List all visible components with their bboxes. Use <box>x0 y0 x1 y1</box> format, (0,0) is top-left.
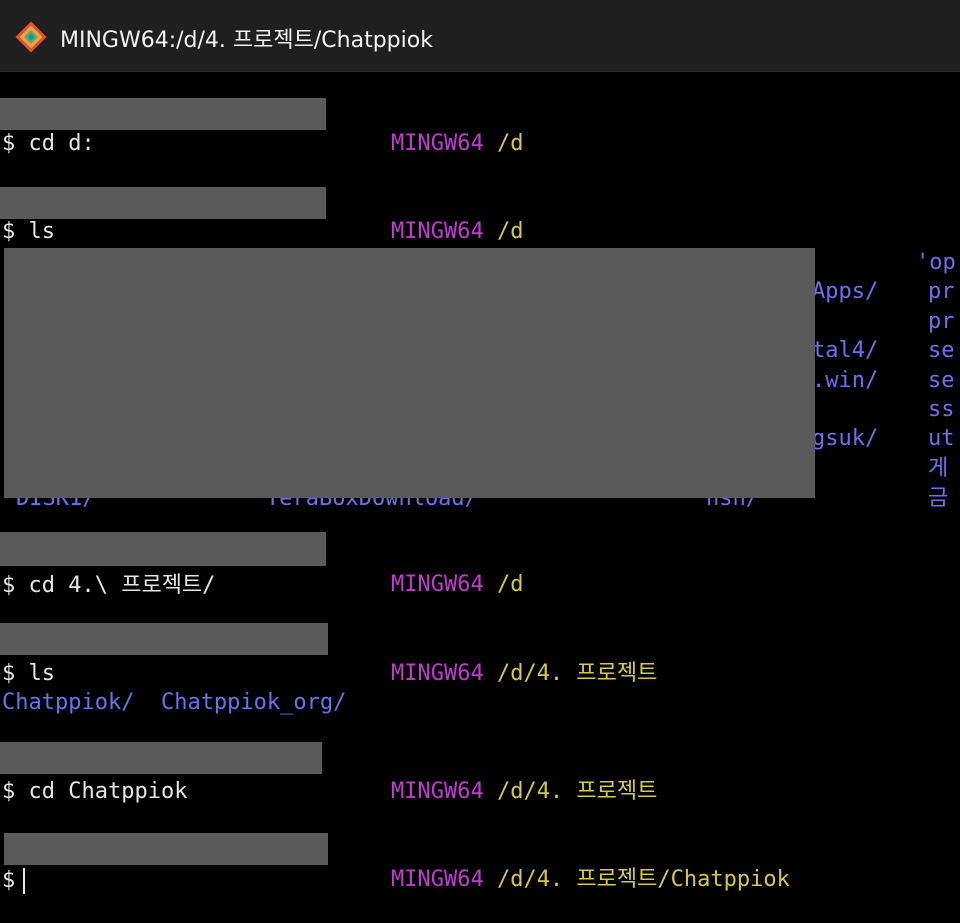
ls-entry: pr <box>928 309 955 334</box>
command-line: $ ls <box>2 661 55 686</box>
prompt-env: MINGW64 <box>390 131 484 156</box>
command-line: $ cd 4.\ 프로젝트/ <box>2 573 216 598</box>
command-line: $ cd Chatppiok <box>2 779 188 804</box>
ls-entry: ut <box>928 426 955 451</box>
prompt-header: MINGW64 /d/4. 프로젝트 <box>390 779 658 804</box>
redacted-user-host <box>0 623 328 655</box>
ls-entry: ss <box>928 397 955 422</box>
ls-entry: se <box>928 368 955 393</box>
ls-entry: 게 <box>928 456 949 481</box>
command-text: cd d: <box>28 131 95 156</box>
ls-entry: tal4/ <box>812 338 879 363</box>
command-line: $ ls <box>2 219 55 244</box>
command-line: $ cd d: <box>2 131 95 156</box>
ls-entry: gsuk/ <box>812 426 879 451</box>
git-bash-icon <box>15 21 47 53</box>
dir-entry: Chatppiok_org/ <box>160 690 347 715</box>
redacted-user-host <box>0 187 326 219</box>
ls-entry: se <box>928 338 955 363</box>
command-line-active[interactable]: $ <box>2 866 26 895</box>
ls-output: Chatppiok/ Chatppiok_org/ <box>2 688 346 717</box>
prompt-header: MINGW64 /d <box>390 572 524 597</box>
dir-entry: Chatppiok/ <box>2 690 135 715</box>
ls-entry: 금 <box>928 486 949 511</box>
text-cursor <box>23 868 26 894</box>
window-title: MINGW64:/d/4. 프로젝트/Chatppiok <box>60 28 433 53</box>
ls-entry: pr <box>928 279 955 304</box>
ls-entry: .win/ <box>812 368 879 393</box>
redacted-user-host <box>0 532 326 566</box>
redacted-ls-output <box>4 248 815 498</box>
redacted-user-host <box>4 833 328 865</box>
prompt-header: MINGW64 /d/4. 프로젝트/Chatppiok <box>390 867 790 892</box>
redacted-user-host <box>0 742 322 774</box>
prompt-path: /d <box>496 131 524 156</box>
prompt-header: MINGW64 /d/4. 프로젝트 <box>390 661 658 686</box>
terminal-area[interactable]: MINGW64 /d $ cd d: MINGW64 /d $ ls Apps/… <box>0 72 960 899</box>
redacted-user-host <box>0 98 326 130</box>
title-bar: MINGW64:/d/4. 프로젝트/Chatppiok <box>0 0 960 72</box>
prompt-header: MINGW64 /d <box>338 100 523 156</box>
ls-entry: 'op <box>916 250 956 275</box>
prompt-header: MINGW64 /d <box>390 219 524 244</box>
ls-entry: Apps/ <box>812 279 879 304</box>
